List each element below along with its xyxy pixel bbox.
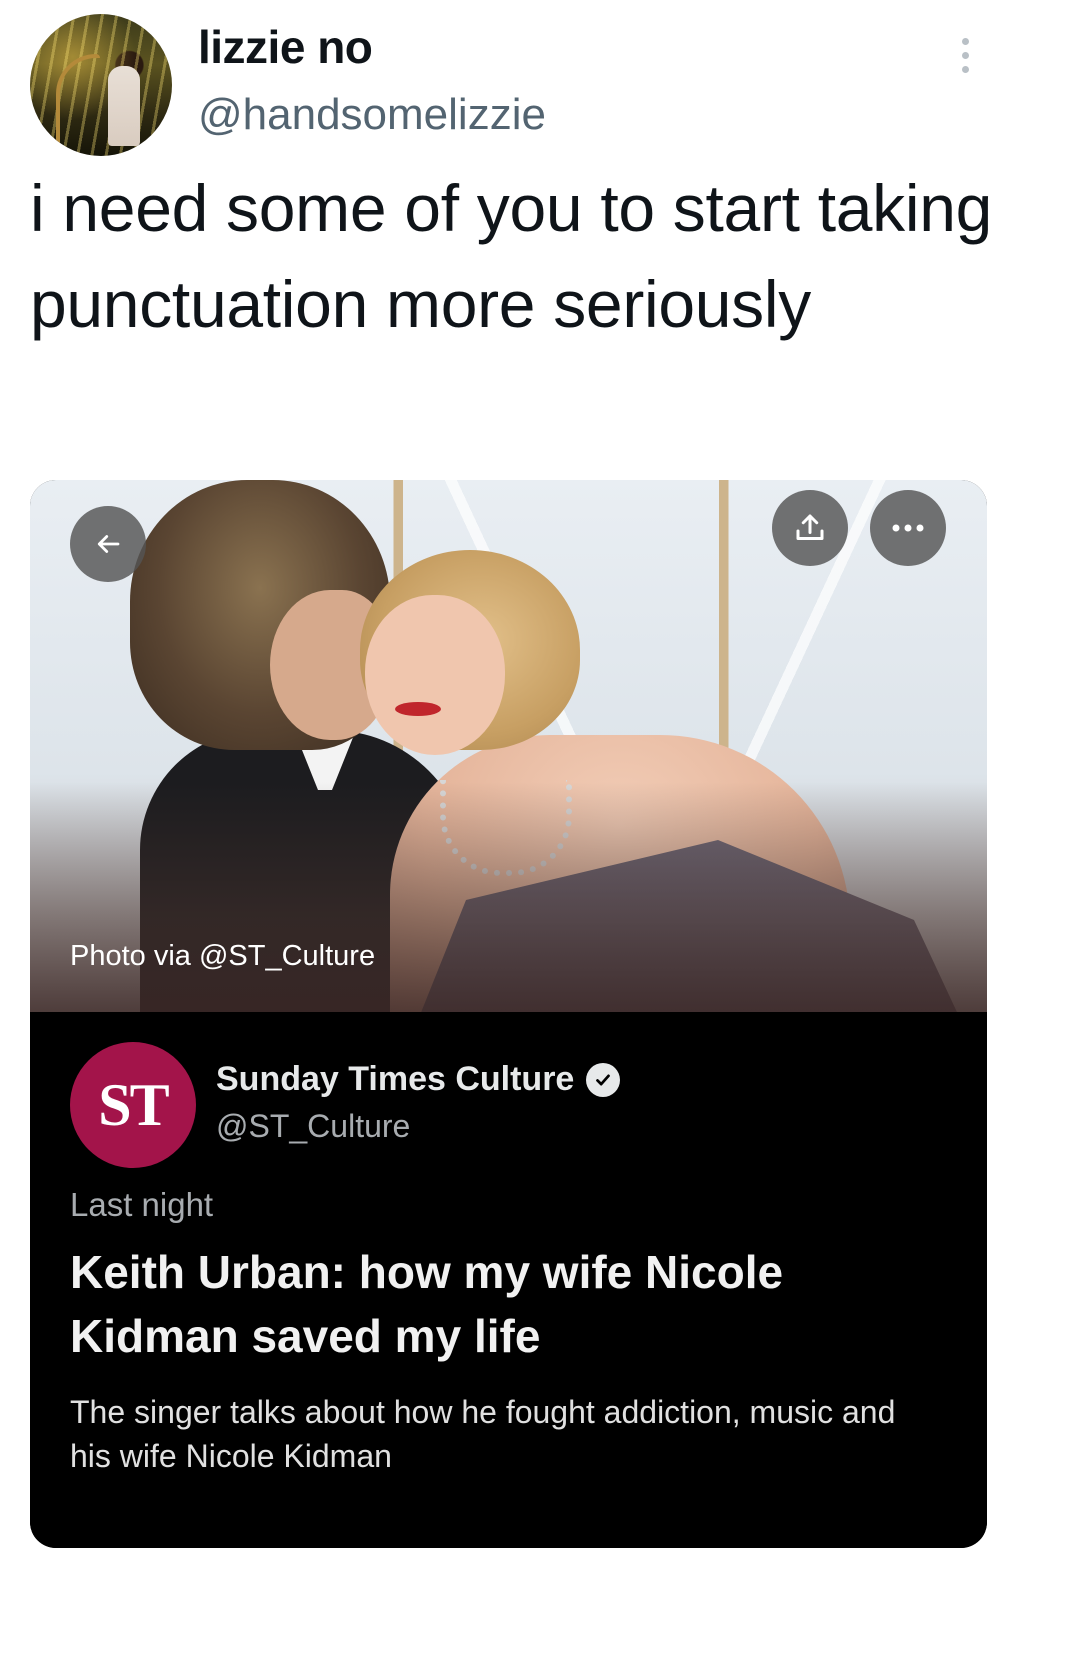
share-button[interactable] <box>772 490 848 566</box>
verified-badge-icon <box>586 1062 621 1097</box>
avatar-figure <box>108 66 140 146</box>
more-options-button[interactable] <box>870 490 946 566</box>
article-card[interactable]: Photo via @ST_Culture ST Sunday Times Cu… <box>30 480 987 1548</box>
publisher-handle[interactable]: @ST_Culture <box>216 1108 410 1145</box>
photo-credit: Photo via @ST_Culture <box>70 940 376 972</box>
dot <box>961 65 969 73</box>
author-avatar[interactable] <box>30 14 172 156</box>
article-summary: The singer talks about how he fought add… <box>70 1394 896 1474</box>
more-vertical-icon[interactable] <box>950 30 980 80</box>
tweet-text: i need some of you to start taking punct… <box>30 171 993 341</box>
dot <box>961 37 969 45</box>
author-display-name[interactable]: lizzie no <box>198 20 373 74</box>
more-horizontal-icon <box>892 524 924 532</box>
article-photo: Photo via @ST_Culture <box>30 480 987 1012</box>
article-headline[interactable]: Keith Urban: how my wife Nicole Kidman s… <box>70 1240 950 1368</box>
author-handle[interactable]: @handsomelizzie <box>198 90 546 140</box>
photo-woman-face <box>365 595 505 755</box>
share-icon <box>796 514 824 540</box>
publisher-name[interactable]: Sunday Times Culture <box>216 1060 574 1099</box>
back-button[interactable] <box>70 506 146 582</box>
publisher-name-row[interactable]: Sunday Times Culture <box>216 1060 621 1099</box>
article-time: Last night <box>70 1186 214 1223</box>
article-info[interactable]: ST Sunday Times Culture @ST_Culture Last… <box>30 1012 987 1548</box>
photo-woman-lips <box>395 702 441 716</box>
dot <box>961 51 969 59</box>
avatar-background <box>30 14 172 156</box>
photo-fade-overlay <box>30 782 987 1012</box>
publisher-logo[interactable]: ST <box>70 1042 196 1168</box>
arrow-left-icon <box>97 535 120 553</box>
